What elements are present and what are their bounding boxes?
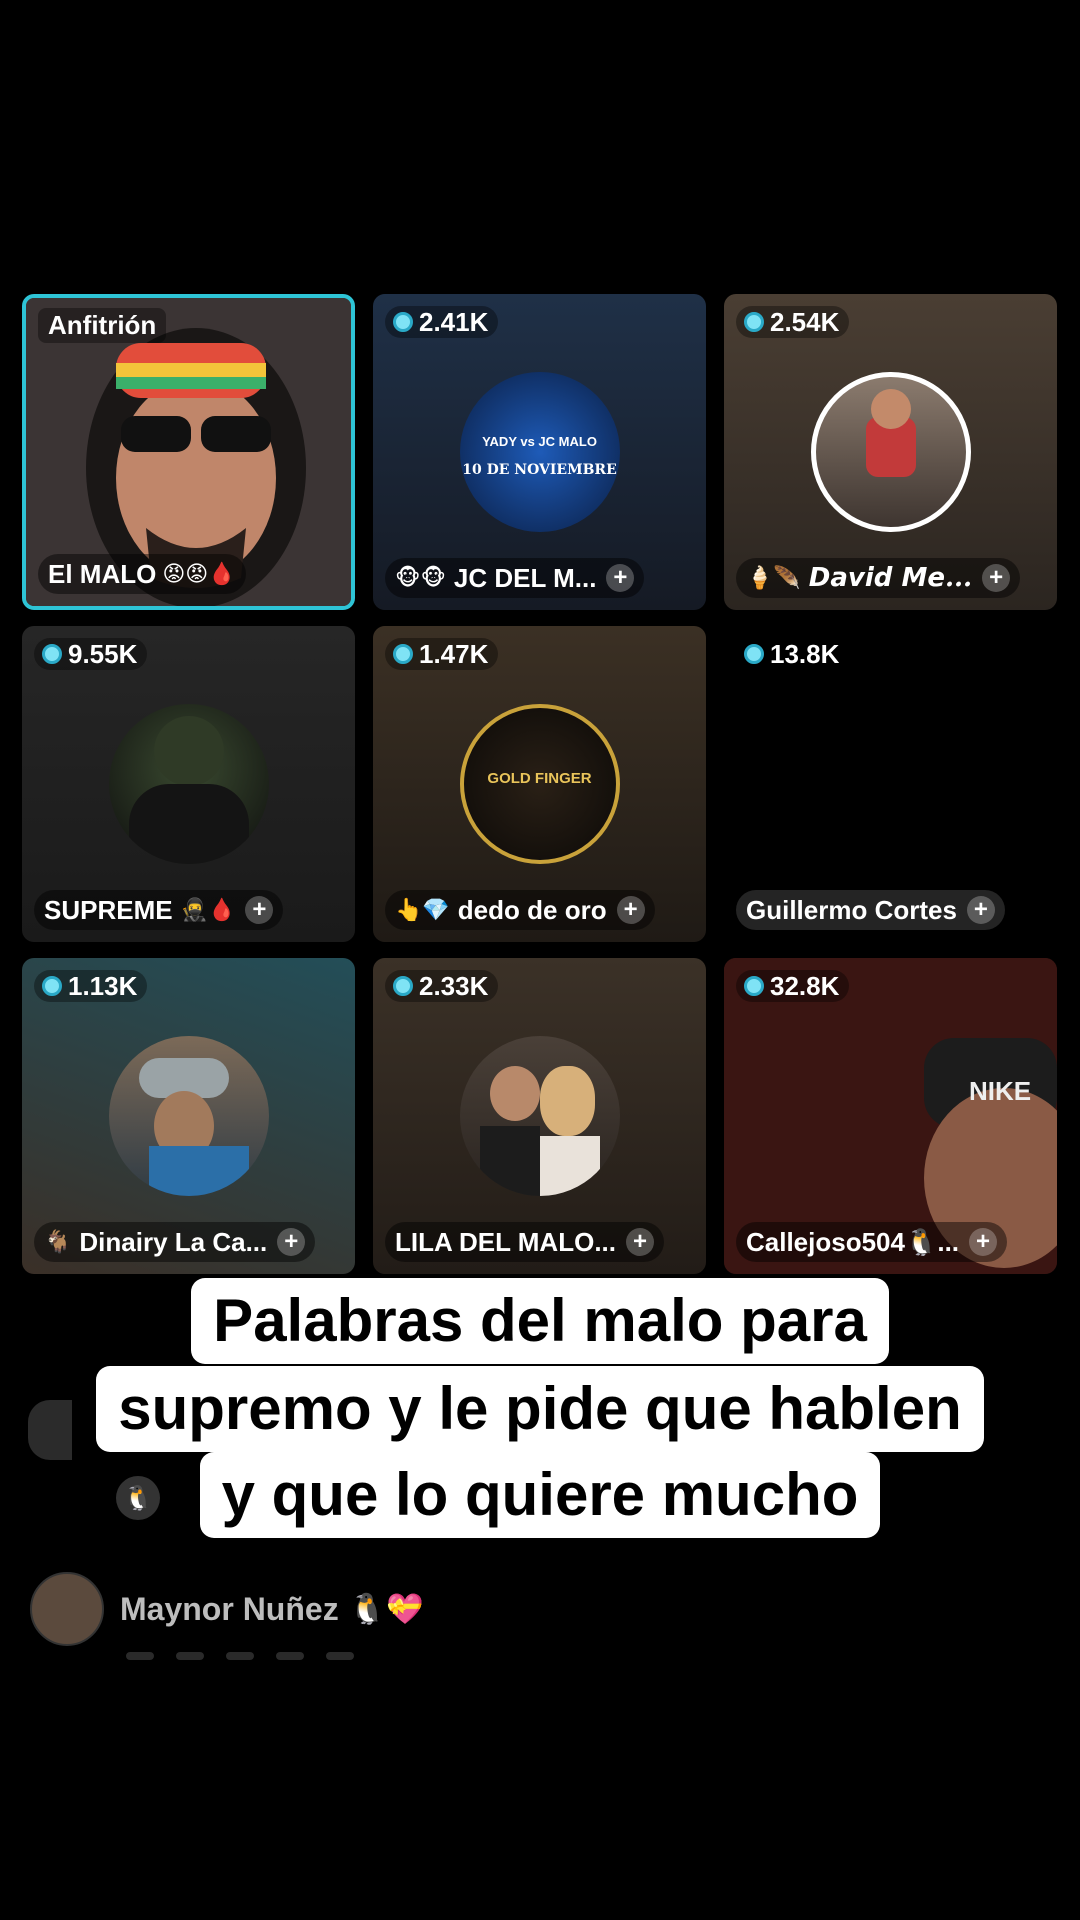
coin-count: 1.47K xyxy=(419,638,489,669)
guest-tile[interactable]: 2.41K YADY vs JC MALO 10 DE NOVIEMBRE 🐵🐵… xyxy=(373,294,706,610)
avatar-text: YADY vs JC MALO xyxy=(482,434,597,449)
guest-avatar: GOLD FINGER xyxy=(459,704,620,864)
host-name-emojis: 😡😡🩸 xyxy=(162,561,236,586)
coin-badge: 2.41K xyxy=(385,306,499,338)
guest-name-pill: Guillermo Cortes + xyxy=(736,890,1005,930)
coin-icon xyxy=(744,976,764,996)
name-emojis: 🍦🪶 xyxy=(746,565,801,590)
coin-badge: 2.33K xyxy=(385,970,499,1002)
coin-count: 32.8K xyxy=(770,970,840,1001)
follow-plus-icon[interactable]: + xyxy=(277,1228,306,1256)
avatar xyxy=(30,1572,104,1646)
coin-count: 1.13K xyxy=(68,970,138,1001)
coin-icon xyxy=(393,644,413,664)
coin-badge: 1.47K xyxy=(385,638,499,670)
host-tile[interactable]: Anfitrión El MALO 😡😡🩸 xyxy=(22,294,355,610)
guest-tile[interactable]: 2.33K LILA DEL MALO... + xyxy=(373,958,706,1274)
guest-avatar xyxy=(108,1036,269,1196)
guest-name-pill: 🍦🪶 𝘿𝙖𝙫𝙞𝙙 𝙈𝙚... + xyxy=(736,558,1021,598)
coin-icon xyxy=(744,644,764,664)
coin-badge: 32.8K xyxy=(736,970,850,1002)
caption-line-3: y que lo quiere mucho xyxy=(0,1452,1080,1538)
follow-plus-icon[interactable]: + xyxy=(966,896,995,924)
host-label: Anfitrión xyxy=(38,308,167,343)
guest-name-pill: 🐐 Dinairy La Ca... + xyxy=(34,1222,316,1262)
guest-name-pill: 👆💎 dedo de oro + xyxy=(385,890,655,930)
follow-plus-icon[interactable]: + xyxy=(616,896,645,924)
host-name-pill: El MALO 😡😡🩸 xyxy=(38,554,246,594)
avatar-text: GOLD FINGER xyxy=(487,770,592,787)
follow-plus-icon[interactable]: + xyxy=(245,896,274,924)
guest-name: JC DEL M... xyxy=(453,562,597,593)
name-emojis: 🐐 xyxy=(44,1229,72,1254)
guest-tile[interactable]: NIKE 32.8K Callejoso504🐧... + xyxy=(724,958,1057,1274)
caption-line-1: Palabras del malo para xyxy=(0,1278,1080,1364)
chat-badges: 🐧💝 xyxy=(348,1592,424,1626)
coin-icon xyxy=(744,312,764,332)
guest-name: dedo de oro xyxy=(457,894,607,925)
guest-name-pill: 🐵🐵 JC DEL M... + xyxy=(385,558,645,598)
host-name: El MALO xyxy=(48,558,157,589)
name-emojis: 👆💎 xyxy=(395,897,450,922)
coin-icon xyxy=(42,644,62,664)
guest-name-pill: LILA DEL MALO... + xyxy=(385,1222,664,1262)
guest-name-pill: SUPREME 🥷🩸 + xyxy=(34,890,284,930)
guest-name: 𝘿𝙖𝙫𝙞𝙙 𝙈𝙚... xyxy=(808,563,973,593)
coin-badge: 13.8K xyxy=(736,638,850,670)
caption-line-2: supremo y le pide que hablen xyxy=(0,1366,1080,1452)
guest-name-pill: Callejoso504🐧... + xyxy=(736,1222,1008,1262)
coin-icon xyxy=(42,976,62,996)
guest-name: Callejoso504🐧... xyxy=(746,1226,960,1257)
follow-plus-icon[interactable]: + xyxy=(982,564,1011,592)
coin-count: 9.55K xyxy=(68,638,138,669)
chat-message: Maynor Nuñez 🐧💝 xyxy=(30,1572,423,1646)
guest-avatar xyxy=(810,372,971,532)
guest-name: LILA DEL MALO... xyxy=(395,1226,616,1257)
guest-tile[interactable]: 1.13K 🐐 Dinairy La Ca... + xyxy=(22,958,355,1274)
avatar-date: 10 DE NOVIEMBRE xyxy=(462,462,617,478)
name-emojis: 🐵🐵 xyxy=(395,565,446,590)
coin-icon xyxy=(393,976,413,996)
coin-badge: 2.54K xyxy=(736,306,850,338)
chat-faint-content xyxy=(126,1652,354,1660)
guest-name: Dinairy La Ca... xyxy=(79,1226,268,1257)
coin-icon xyxy=(393,312,413,332)
guest-avatar xyxy=(108,704,269,864)
coin-badge: 1.13K xyxy=(34,970,148,1002)
guest-tile[interactable]: 9.55K SUPREME 🥷🩸 + xyxy=(22,626,355,942)
coin-count: 13.8K xyxy=(770,638,840,669)
follow-plus-icon[interactable]: + xyxy=(606,564,635,592)
name-emojis: 🥷🩸 xyxy=(180,897,236,922)
cap-logo-text: NIKE xyxy=(969,1076,1032,1106)
follow-plus-icon[interactable]: + xyxy=(626,1228,654,1256)
guest-name: Guillermo Cortes xyxy=(746,894,957,925)
chat-username: Maynor Nuñez xyxy=(120,1590,339,1627)
guest-avatar xyxy=(459,1036,620,1196)
guest-tile[interactable]: 1.47K GOLD FINGER 👆💎 dedo de oro + xyxy=(373,626,706,942)
follow-plus-icon[interactable]: + xyxy=(969,1228,998,1256)
guest-avatar: YADY vs JC MALO 10 DE NOVIEMBRE xyxy=(459,372,620,532)
coin-count: 2.41K xyxy=(419,306,489,337)
guest-name: SUPREME xyxy=(44,894,173,925)
guest-tile[interactable]: 2.54K 🍦🪶 𝘿𝙖𝙫𝙞𝙙 𝙈𝙚... + xyxy=(724,294,1057,610)
coin-count: 2.54K xyxy=(770,306,840,337)
coin-count: 2.33K xyxy=(419,970,489,1001)
guest-tile[interactable]: 13.8K Guillermo Cortes + xyxy=(724,626,1057,942)
coin-badge: 9.55K xyxy=(34,638,148,670)
